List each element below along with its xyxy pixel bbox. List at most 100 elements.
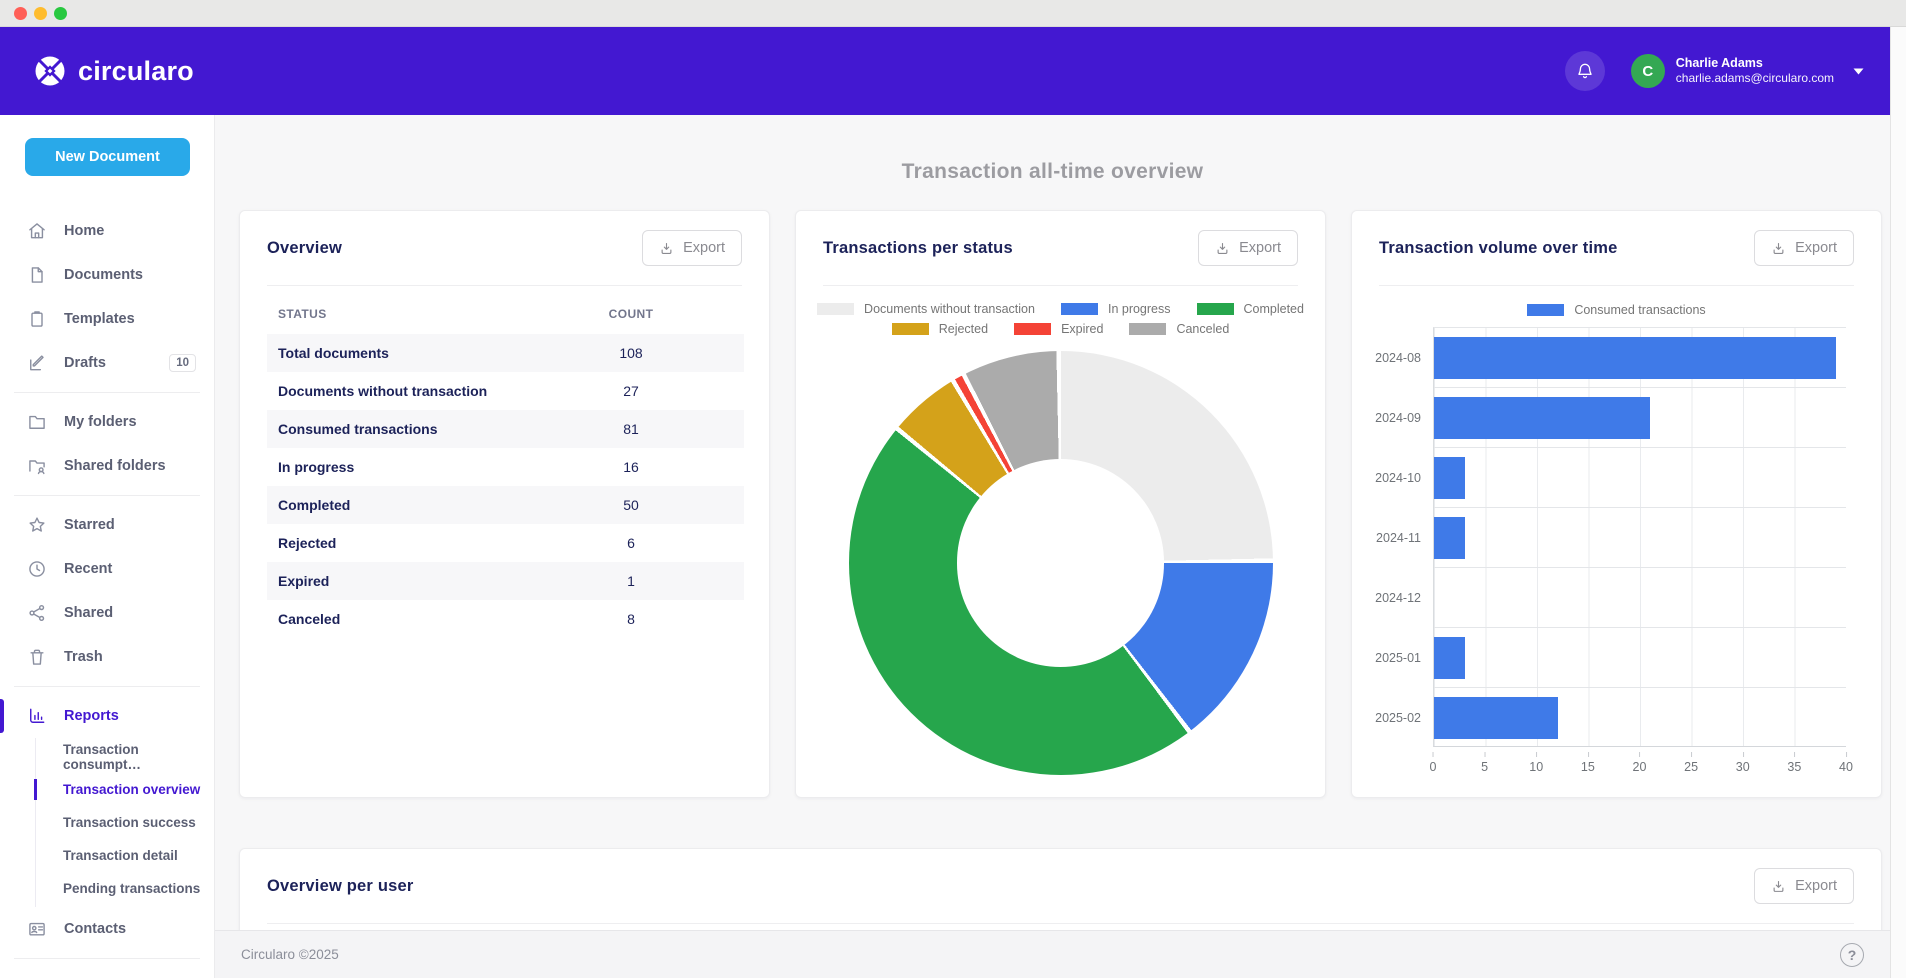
y-axis-label: 2025-02 [1375,711,1421,725]
donut-chart [849,351,1273,775]
drafts-count-badge: 10 [169,354,196,372]
sidebar-item-drafts[interactable]: Drafts 10 [0,341,214,385]
legend-item: In progress [1061,302,1171,316]
count-cell: 27 [566,372,696,410]
user-email: charlie.adams@circularo.com [1676,71,1834,86]
legend-item: Canceled [1129,322,1229,336]
sidebar-item-my-folders[interactable]: My folders [0,400,214,444]
export-button[interactable]: Export [1198,230,1298,266]
download-icon [1215,241,1230,256]
bar-row: 2025-01 [1434,628,1846,688]
legend-item: Documents without transaction [817,302,1035,316]
trash-icon [27,647,47,667]
table-row: Canceled8 [267,600,744,638]
x-axis-tick: 40 [1839,760,1853,774]
status-cell: Canceled [267,600,566,638]
status-cell: Documents without transaction [267,372,566,410]
sidebar-subitem-transaction-overview[interactable]: Transaction overview [36,773,214,806]
download-icon [1771,241,1786,256]
download-icon [659,241,674,256]
maximize-window-button[interactable] [54,7,67,20]
bar [1434,397,1650,439]
help-button[interactable]: ? [1840,943,1864,967]
user-name: Charlie Adams [1676,56,1834,71]
count-cell: 50 [566,486,696,524]
transactions-per-status-card: Transactions per status Export Documents… [795,210,1326,798]
transaction-volume-card: Transaction volume over time Export Cons… [1351,210,1882,798]
card-title: Transactions per status [823,239,1013,258]
x-axis-tick: 20 [1633,760,1647,774]
notifications-button[interactable] [1565,51,1605,91]
bar-row: 2024-10 [1434,448,1846,508]
x-axis-tick: 15 [1581,760,1595,774]
export-button[interactable]: Export [1754,868,1854,904]
document-icon [27,265,47,285]
card-title: Overview [267,239,342,258]
sidebar-subitem-transaction-consumption[interactable]: Transaction consumpt… [36,740,214,773]
sidebar-item-home[interactable]: Home [0,209,214,253]
count-cell: 6 [566,524,696,562]
sidebar-divider [14,392,200,393]
column-spacer [696,294,744,334]
sidebar-item-contacts[interactable]: Contacts [0,907,214,951]
status-cell: Rejected [267,524,566,562]
status-cell: In progress [267,448,566,486]
x-axis-tick: 25 [1684,760,1698,774]
status-cell: Total documents [267,334,566,372]
brand-logo[interactable]: circularo [33,54,194,88]
sidebar-item-starred[interactable]: Starred [0,503,214,547]
close-window-button[interactable] [14,7,27,20]
table-row: In progress16 [267,448,744,486]
sidebar-item-documents[interactable]: Documents [0,253,214,297]
sidebar-subitem-pending-transactions[interactable]: Pending transactions [36,872,214,905]
legend-item: Rejected [892,322,988,336]
overview-card: Overview Export STATUS COUNT Total docum… [239,210,770,798]
user-menu[interactable]: C Charlie Adams charlie.adams@circularo.… [1631,54,1864,88]
y-axis-label: 2024-08 [1375,351,1421,365]
sidebar-divider [14,958,200,959]
bar [1434,517,1465,559]
x-axis-tick: 10 [1529,760,1543,774]
sidebar-item-trash[interactable]: Trash [0,635,214,679]
sidebar-item-templates[interactable]: Templates [0,297,214,341]
sidebar-item-recent[interactable]: Recent [0,547,214,591]
star-icon [27,515,47,535]
window-titlebar [0,0,1906,27]
sidebar-subitem-transaction-detail[interactable]: Transaction detail [36,839,214,872]
sidebar-item-shared-folders[interactable]: Shared folders [0,444,214,488]
bar [1434,337,1836,379]
count-cell: 81 [566,410,696,448]
contacts-icon [27,919,47,939]
export-button[interactable]: Export [642,230,742,266]
page-title: Transaction all-time overview [215,160,1890,184]
column-header-status: STATUS [267,294,566,334]
new-document-button[interactable]: New Document [25,138,190,176]
count-cell: 1 [566,562,696,600]
home-icon [27,221,47,241]
legend-swatch [1527,304,1564,316]
count-cell: 16 [566,448,696,486]
donut-legend: Documents without transaction In progress… [796,302,1325,336]
avatar: C [1631,54,1665,88]
bar-row: 2024-11 [1434,508,1846,568]
overview-table: STATUS COUNT Total documents108Documents… [267,294,744,638]
minimize-window-button[interactable] [34,7,47,20]
card-title: Overview per user [267,877,413,896]
sidebar-item-reports[interactable]: Reports [0,694,214,738]
reports-submenu: Transaction consumpt… Transaction overvi… [35,738,214,907]
clock-icon [27,559,47,579]
active-indicator [0,699,4,733]
legend-item: Expired [1014,322,1103,336]
page-scrollbar[interactable] [1890,27,1906,978]
count-cell: 108 [566,334,696,372]
bar-row: 2024-08 [1434,328,1846,388]
count-cell: 8 [566,600,696,638]
bar-row: 2025-02 [1434,688,1846,748]
x-axis-tick: 35 [1787,760,1801,774]
app-header: circularo C Charlie Adams charlie.adams@… [0,27,1890,115]
sidebar-item-shared[interactable]: Shared [0,591,214,635]
export-button[interactable]: Export [1754,230,1854,266]
sidebar-subitem-transaction-success[interactable]: Transaction success [36,806,214,839]
download-icon [1771,879,1786,894]
table-row: Consumed transactions81 [267,410,744,448]
